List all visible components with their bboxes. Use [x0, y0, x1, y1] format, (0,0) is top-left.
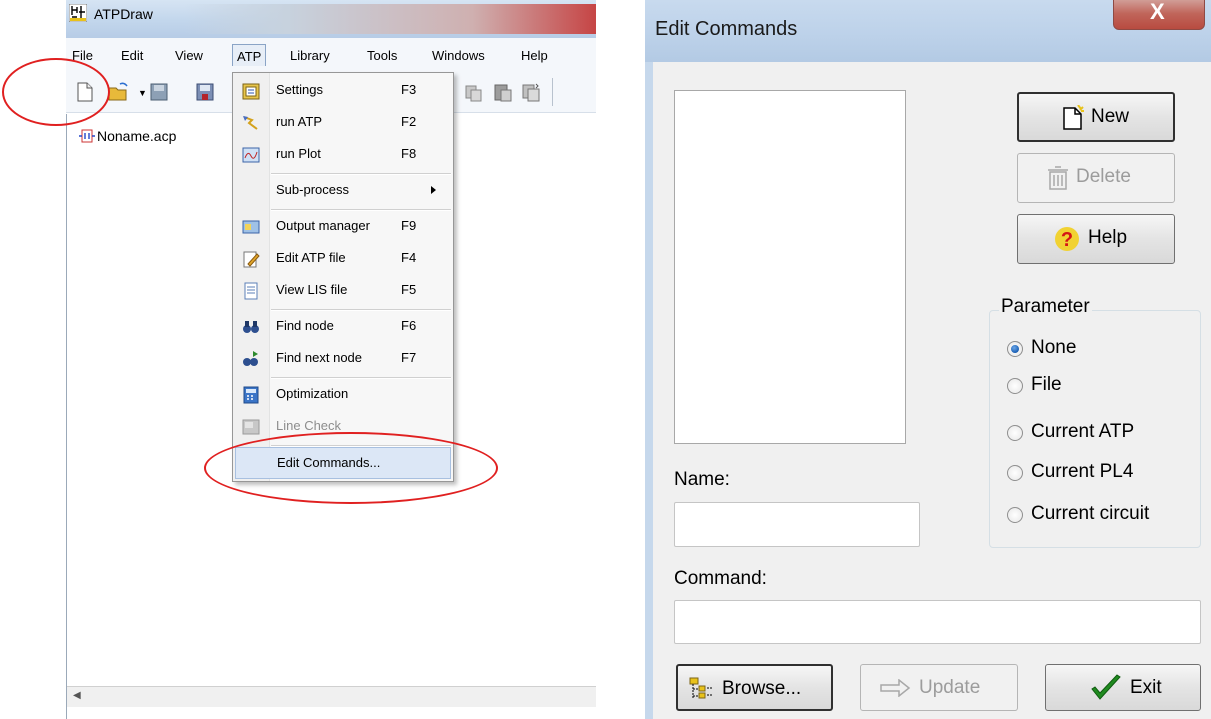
update-button[interactable]: Update: [860, 664, 1018, 711]
atp-menu-dropdown: Settings F3 run ATP F2 run Plot F8 Sub-p…: [232, 72, 454, 482]
dialog-title-bar: Edit Commands X: [645, 0, 1211, 62]
menu-item-view-lis-file[interactable]: View LIS file F5: [233, 275, 453, 307]
name-field[interactable]: [674, 502, 920, 547]
save-icon[interactable]: [150, 82, 168, 102]
radio-unselected-icon: [1007, 425, 1023, 441]
help-icon: ?: [1055, 227, 1079, 251]
name-label: Name:: [674, 469, 730, 490]
browse-button[interactable]: Browse...: [676, 664, 833, 711]
menu-library[interactable]: Library: [290, 48, 330, 63]
radio-unselected-icon: [1007, 465, 1023, 481]
radio-file[interactable]: File: [1007, 374, 1187, 400]
radio-current-atp[interactable]: Current ATP: [1007, 421, 1187, 447]
save-as-icon[interactable]: [196, 82, 214, 102]
open-file-icon[interactable]: [108, 82, 130, 102]
commands-list[interactable]: [674, 90, 906, 444]
run-atp-icon: [243, 116, 258, 130]
edit-commands-dialog: Edit Commands X New Delete ? Help Parame…: [645, 0, 1211, 719]
copy-icon[interactable]: [464, 82, 482, 102]
title-bar-blur: [184, 4, 596, 34]
output-manager-icon: [242, 220, 260, 234]
arrow-right-icon: [880, 679, 911, 697]
settings-icon: [242, 83, 260, 100]
title-bar: ATPDraw: [66, 0, 596, 38]
menu-view[interactable]: View: [175, 48, 203, 63]
new-document-icon: [1063, 105, 1084, 130]
annotation-ellipse-new-file: [2, 58, 110, 126]
trash-icon: [1048, 166, 1068, 190]
line-check-icon: [242, 419, 260, 435]
find-next-icon: [243, 351, 258, 366]
dialog-title: Edit Commands: [655, 18, 798, 40]
edit-file-icon: [243, 251, 260, 268]
close-icon: X: [1150, 0, 1165, 24]
parameter-group-label: Parameter: [999, 296, 1092, 318]
browse-tree-icon: [689, 677, 713, 699]
checkmark-icon: [1091, 674, 1121, 700]
radio-selected-icon: [1007, 341, 1023, 357]
delete-button[interactable]: Delete: [1017, 153, 1175, 203]
view-file-icon: [244, 282, 258, 300]
atpdraw-app-icon: [69, 4, 87, 22]
radio-none[interactable]: None: [1007, 337, 1187, 363]
binoculars-icon: [243, 321, 259, 333]
scroll-left-icon[interactable]: ◀: [73, 690, 81, 701]
menu-item-output-manager[interactable]: Output manager F9: [233, 211, 453, 243]
horizontal-scrollbar[interactable]: ◀: [67, 686, 596, 707]
command-label: Command:: [674, 568, 767, 589]
atpdraw-window: ATPDraw File Edit View ATP Library Tools…: [66, 0, 596, 719]
menu-bar: File Edit View ATP Library Tools Windows…: [66, 38, 596, 73]
command-field[interactable]: [674, 600, 1201, 644]
menu-item-run-atp[interactable]: run ATP F2: [233, 107, 453, 139]
menu-item-sub-process[interactable]: Sub-process: [233, 175, 453, 207]
paste-icon[interactable]: [494, 82, 512, 102]
menu-help[interactable]: Help: [521, 48, 548, 63]
menu-item-find-next-node[interactable]: Find next node F7: [233, 343, 453, 375]
exit-button[interactable]: Exit: [1045, 664, 1201, 711]
menu-item-run-plot[interactable]: run Plot F8: [233, 139, 453, 171]
duplicate-icon[interactable]: [522, 82, 540, 102]
menu-item-settings[interactable]: Settings F3: [233, 75, 453, 107]
document-tab-label: Noname.acp: [97, 128, 177, 144]
radio-unselected-icon: [1007, 378, 1023, 394]
radio-unselected-icon: [1007, 507, 1023, 523]
menu-atp[interactable]: ATP: [232, 44, 267, 66]
calculator-icon: [243, 386, 259, 404]
help-button[interactable]: ? Help: [1017, 214, 1175, 264]
menu-item-optimization[interactable]: Optimization: [233, 379, 453, 411]
run-plot-icon: [242, 147, 260, 163]
new-button[interactable]: New: [1017, 92, 1175, 142]
circuit-document-icon: [79, 129, 95, 143]
svg-text:?: ?: [1061, 229, 1073, 251]
menu-item-find-node[interactable]: Find node F6: [233, 311, 453, 343]
annotation-ellipse-edit-commands: [204, 432, 498, 504]
radio-current-pl4[interactable]: Current PL4: [1007, 461, 1187, 487]
radio-current-circuit[interactable]: Current circuit: [1007, 503, 1187, 529]
menu-edit[interactable]: Edit: [121, 48, 143, 63]
submenu-arrow-icon: [431, 186, 436, 194]
window-title: ATPDraw: [94, 6, 153, 22]
menu-windows[interactable]: Windows: [432, 48, 485, 63]
menu-item-edit-atp-file[interactable]: Edit ATP file F4: [233, 243, 453, 275]
open-dropdown-arrow-icon[interactable]: ▼: [138, 88, 147, 98]
menu-tools[interactable]: Tools: [367, 48, 397, 63]
toolbar-separator: [552, 78, 553, 106]
close-button[interactable]: X: [1113, 0, 1205, 30]
